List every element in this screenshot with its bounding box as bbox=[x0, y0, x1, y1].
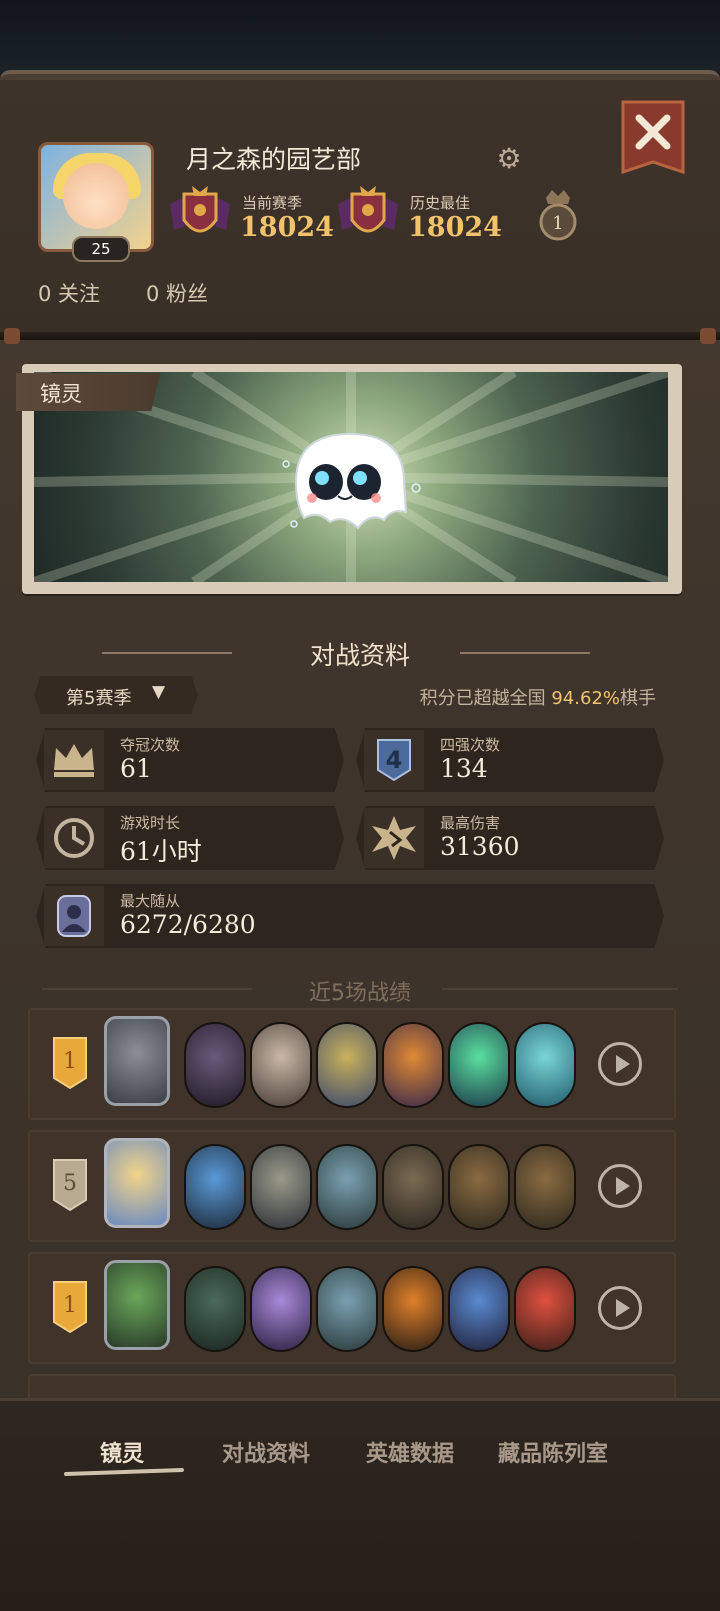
stat-icon-box: 4 bbox=[364, 730, 424, 790]
stat-card-playtime: 游戏时长 61小时 bbox=[36, 806, 344, 870]
best-label: 历史最佳 bbox=[410, 194, 471, 212]
rank-suffix: 棋手 bbox=[620, 688, 656, 709]
mirror-tag bbox=[16, 373, 160, 411]
stat-icon-box bbox=[44, 886, 104, 946]
stat-card-top4: 4 四强次数 134 bbox=[356, 728, 664, 792]
chevron-down-icon[interactable]: ▼ bbox=[152, 682, 165, 702]
recent-title: 近5场战绩 bbox=[309, 981, 411, 1006]
unit-portrait bbox=[382, 1266, 444, 1352]
tab-collection[interactable]: 藏品陈列室 bbox=[498, 1436, 608, 1468]
stat-value: 61小时 bbox=[120, 837, 202, 866]
top4-icon: 4 bbox=[377, 739, 411, 782]
bottom-nav bbox=[0, 1398, 720, 1611]
unit-portrait bbox=[184, 1022, 246, 1108]
mirror-tag-label: 镜灵 bbox=[40, 382, 82, 406]
stat-value: 134 bbox=[440, 754, 488, 783]
rod-cap-left bbox=[4, 328, 20, 344]
best-rank-emblem-icon bbox=[338, 186, 398, 233]
stat-card-championships: 夺冠次数 61 bbox=[36, 728, 344, 792]
best-score: 18024 bbox=[408, 212, 502, 243]
match-row[interactable]: 5 bbox=[28, 1130, 676, 1242]
hero-portrait bbox=[104, 1260, 170, 1350]
place-number: 5 bbox=[63, 1171, 77, 1196]
stat-label: 夺冠次数 bbox=[120, 736, 181, 754]
unit-portrait bbox=[448, 1266, 510, 1352]
stat-value: 61 bbox=[120, 754, 152, 783]
unit-portrait bbox=[448, 1144, 510, 1230]
tab-hero-data[interactable]: 英雄数据 bbox=[366, 1436, 454, 1468]
header-rod bbox=[0, 332, 720, 340]
unit-portrait bbox=[184, 1266, 246, 1352]
username: 月之森的园艺部 bbox=[186, 145, 362, 174]
current-season-label: 当前赛季 bbox=[242, 194, 303, 212]
unit-portrait bbox=[250, 1144, 312, 1230]
stat-value: 31360 bbox=[440, 832, 520, 861]
unit-portrait bbox=[448, 1022, 510, 1108]
unit-portrait bbox=[250, 1266, 312, 1352]
unit-portrait bbox=[382, 1022, 444, 1108]
level-badge: 25 bbox=[72, 236, 130, 262]
unit-portrait bbox=[184, 1144, 246, 1230]
damage-icon bbox=[372, 816, 416, 860]
section-title: 对战资料 bbox=[309, 641, 410, 670]
unit-portrait bbox=[316, 1022, 378, 1108]
match-row[interactable]: 1 bbox=[28, 1008, 676, 1120]
stat-icon-box bbox=[44, 808, 104, 868]
stat-label: 最高伤害 bbox=[440, 814, 501, 832]
stat-card-max-minions: 最大随从 6272/6280 bbox=[36, 884, 664, 948]
place-badge: 1 bbox=[53, 1037, 87, 1090]
replay-icon[interactable] bbox=[598, 1042, 642, 1086]
clock-icon bbox=[54, 818, 94, 858]
rank-emblem-icon bbox=[170, 186, 230, 233]
unit-portrait bbox=[316, 1144, 378, 1230]
stat-card-max-damage: 最高伤害 31360 bbox=[356, 806, 664, 870]
season-selected[interactable]: 第5赛季 bbox=[66, 684, 131, 710]
place-badge: 1 bbox=[53, 1281, 87, 1334]
minion-icon bbox=[57, 895, 91, 937]
stat-label: 游戏时长 bbox=[120, 814, 181, 832]
crown-icon[interactable]: 1 bbox=[538, 186, 578, 242]
stat-icon-box bbox=[44, 730, 104, 790]
stat-value: 6272/6280 bbox=[120, 910, 256, 939]
unit-portrait bbox=[514, 1022, 576, 1108]
crown-rank: 1 bbox=[552, 213, 563, 234]
rod-cap-right bbox=[700, 328, 716, 344]
hero-portrait bbox=[104, 1016, 170, 1106]
top-status-bar bbox=[0, 0, 720, 80]
place-badge: 5 bbox=[53, 1159, 87, 1212]
stat-icon-box bbox=[364, 808, 424, 868]
replay-icon[interactable] bbox=[598, 1164, 642, 1208]
unit-portrait bbox=[514, 1144, 576, 1230]
hero-portrait bbox=[104, 1138, 170, 1228]
close-button[interactable] bbox=[621, 100, 685, 180]
avatar-face bbox=[63, 163, 129, 229]
match-row[interactable]: 1 bbox=[28, 1252, 676, 1364]
unit-portrait bbox=[514, 1266, 576, 1352]
rank-prefix: 积分已超越全国 bbox=[419, 688, 546, 709]
crown-icon bbox=[54, 744, 94, 777]
followers-count[interactable]: 0 粉丝 bbox=[146, 278, 208, 308]
rank-percentile: 积分已超越全国 94.62%棋手 bbox=[420, 684, 656, 710]
place-number: 1 bbox=[63, 1049, 77, 1074]
following-count[interactable]: 0 关注 bbox=[38, 278, 100, 308]
current-season-score: 18024 bbox=[240, 212, 334, 243]
top4-icon-text: 4 bbox=[386, 746, 403, 774]
place-number: 1 bbox=[63, 1293, 77, 1318]
stat-label: 四强次数 bbox=[440, 736, 501, 754]
stat-label: 最大随从 bbox=[120, 892, 181, 910]
rank-percent: 94.62% bbox=[551, 688, 620, 709]
gear-icon[interactable]: ⚙ bbox=[494, 144, 524, 174]
unit-portrait bbox=[316, 1266, 378, 1352]
unit-portrait bbox=[382, 1144, 444, 1230]
replay-icon[interactable] bbox=[598, 1286, 642, 1330]
tab-mirror-spirit[interactable]: 镜灵 bbox=[100, 1436, 144, 1468]
unit-portrait bbox=[250, 1022, 312, 1108]
tab-battle-profile[interactable]: 对战资料 bbox=[222, 1436, 310, 1468]
